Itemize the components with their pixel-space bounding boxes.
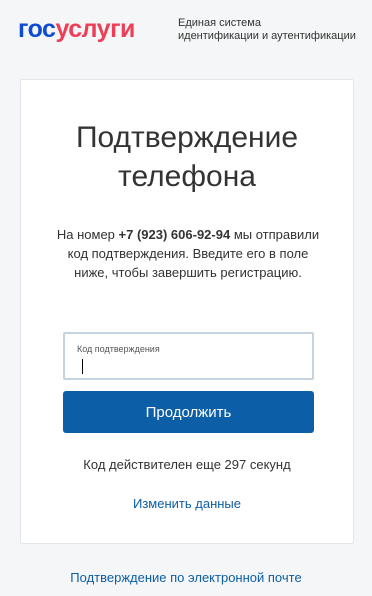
phone-number: +7 (923) 606-92-94 <box>118 227 231 242</box>
gosuslugi-logo[interactable]: госуслуги <box>18 15 135 43</box>
confirmation-code-label: Код подтверждения <box>77 344 160 354</box>
tagline: Единая система идентификации и аутентифи… <box>178 17 356 43</box>
continue-button[interactable]: Продолжить <box>63 391 314 433</box>
text-cursor <box>82 359 83 374</box>
change-data-link[interactable]: Изменить данные <box>21 496 353 511</box>
title-line-2: телефона <box>118 160 256 193</box>
tagline-line-2: идентификации и аутентификации <box>178 30 356 42</box>
title-line-1: Подтверждение <box>75 121 299 154</box>
phone-confirmation-card: Подтверждение телефона На номер +7 (923)… <box>20 79 354 544</box>
code-timer: Код действителен еще 297 секунд <box>83 457 291 472</box>
tagline-line-1: Единая система <box>178 17 261 29</box>
header: госуслуги Единая система идентификации и… <box>0 0 372 60</box>
logo-part-uslugi: услуги <box>55 15 135 43</box>
page-title: Подтверждение телефона <box>21 118 353 196</box>
email-confirmation-link[interactable]: Подтверждение по электронной почте <box>0 570 372 585</box>
message-prefix: На номер <box>56 227 119 242</box>
confirmation-message: На номер +7 (923) 606-92-94 мы отправили… <box>51 225 325 282</box>
logo-part-gos: гос <box>18 15 56 43</box>
confirmation-code-field[interactable]: Код подтверждения <box>63 332 314 380</box>
confirmation-code-input[interactable] <box>77 356 297 374</box>
